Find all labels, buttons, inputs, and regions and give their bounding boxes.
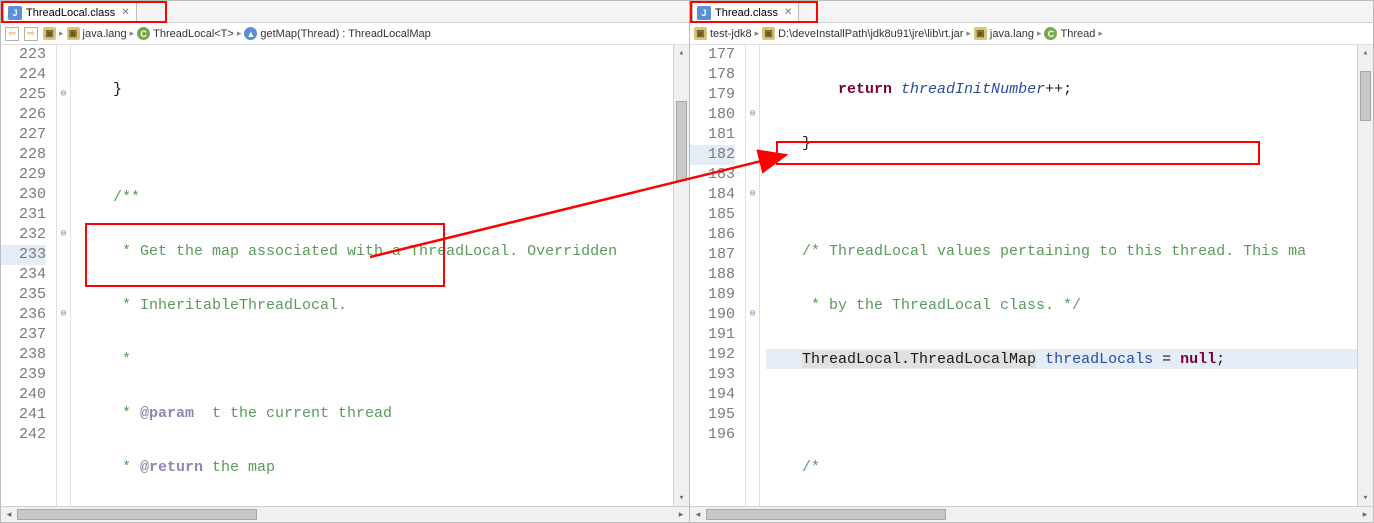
class-icon: C	[1044, 27, 1057, 40]
fold-toggle-icon[interactable]: ⊖	[57, 305, 70, 325]
breadcrumb: ⇦ ⇨ ▣ ▸ ▣ java.lang ▸ C ThreadLocal<T> ▸…	[1, 23, 689, 45]
package-icon: ▣	[974, 27, 987, 40]
class-file-icon: J	[697, 6, 711, 20]
scroll-up-icon[interactable]: ▴	[1358, 45, 1373, 61]
chevron-right-icon: ▸	[237, 28, 242, 39]
breadcrumb-path[interactable]: D:\deveInstallPath\jdk8u91\jre\lib\rt.ja…	[778, 28, 963, 40]
vertical-scrollbar[interactable]: ▴ ▾	[673, 45, 689, 506]
fold-toggle-icon[interactable]: ⊖	[746, 105, 759, 125]
editor-pane-left: J ThreadLocal.class ✕ ⇦ ⇨ ▣ ▸ ▣ java.lan…	[0, 0, 690, 523]
line-number-gutter: 223 224 225 226 227 228 229 230 231 232 …	[1, 45, 57, 506]
jar-icon: ▣	[43, 27, 56, 40]
folding-gutter: ⊖ ⊖ ⊖	[57, 45, 71, 506]
code-area[interactable]: return threadInitNumber++; } /* ThreadLo…	[760, 45, 1357, 506]
scroll-left-icon[interactable]: ◂	[690, 509, 706, 520]
breadcrumb-class[interactable]: ThreadLocal<T>	[153, 28, 234, 40]
chevron-right-icon: ▸	[59, 28, 64, 39]
method-icon: ▲	[244, 27, 257, 40]
scroll-left-icon[interactable]: ◂	[1, 509, 17, 520]
horizontal-scrollbar[interactable]: ◂ ▸	[690, 506, 1373, 522]
class-file-icon: J	[8, 6, 22, 20]
scroll-down-icon[interactable]: ▾	[674, 490, 689, 506]
close-icon[interactable]: ✕	[121, 7, 129, 18]
breadcrumb: ▣ test-jdk8 ▸ ▣ D:\deveInstallPath\jdk8u…	[690, 23, 1373, 45]
chevron-right-icon: ▸	[130, 28, 135, 39]
tab-bar: J Thread.class ✕	[690, 1, 1373, 23]
nav-back-icon[interactable]: ⇦	[5, 27, 19, 41]
scrollbar-thumb[interactable]	[676, 101, 687, 181]
scrollbar-thumb[interactable]	[17, 509, 257, 520]
tab-thread[interactable]: J Thread.class ✕	[692, 2, 799, 22]
scrollbar-thumb[interactable]	[706, 509, 946, 520]
tab-label: Thread.class	[715, 7, 778, 19]
fold-toggle-icon[interactable]: ⊖	[57, 85, 70, 105]
class-icon: C	[137, 27, 150, 40]
tab-label: ThreadLocal.class	[26, 7, 115, 19]
tab-threadlocal[interactable]: J ThreadLocal.class ✕	[3, 2, 137, 22]
jar-icon: ▣	[762, 27, 775, 40]
project-icon: ▣	[694, 27, 707, 40]
breadcrumb-method[interactable]: getMap(Thread) : ThreadLocalMap	[260, 28, 430, 40]
tab-bar: J ThreadLocal.class ✕	[1, 1, 689, 23]
scroll-down-icon[interactable]: ▾	[1358, 490, 1373, 506]
scroll-right-icon[interactable]: ▸	[673, 509, 689, 520]
scroll-right-icon[interactable]: ▸	[1357, 509, 1373, 520]
breadcrumb-package[interactable]: java.lang	[990, 28, 1034, 40]
close-icon[interactable]: ✕	[784, 7, 792, 18]
code-editor-right[interactable]: 177 178 179 180 181 182 183 184 185 186 …	[690, 45, 1373, 506]
editor-pane-right: J Thread.class ✕ ▣ test-jdk8 ▸ ▣ D:\deve…	[690, 0, 1374, 523]
horizontal-scrollbar[interactable]: ◂ ▸	[1, 506, 689, 522]
breadcrumb-project[interactable]: test-jdk8	[710, 28, 752, 40]
breadcrumb-class[interactable]: Thread	[1060, 28, 1095, 40]
chevron-right-icon: ▸	[1098, 28, 1103, 39]
fold-toggle-icon[interactable]: ⊖	[57, 225, 70, 245]
package-icon: ▣	[67, 27, 80, 40]
code-area[interactable]: } /** * Get the map associated with a Th…	[71, 45, 673, 506]
vertical-scrollbar[interactable]: ▴ ▾	[1357, 45, 1373, 506]
nav-fwd-icon[interactable]: ⇨	[24, 27, 38, 41]
code-editor-left[interactable]: 223 224 225 226 227 228 229 230 231 232 …	[1, 45, 689, 506]
scroll-up-icon[interactable]: ▴	[674, 45, 689, 61]
chevron-right-icon: ▸	[966, 28, 971, 39]
line-number-gutter: 177 178 179 180 181 182 183 184 185 186 …	[690, 45, 746, 506]
fold-toggle-icon[interactable]: ⊖	[746, 185, 759, 205]
scrollbar-thumb[interactable]	[1360, 71, 1371, 121]
breadcrumb-package[interactable]: java.lang	[83, 28, 127, 40]
chevron-right-icon: ▸	[1037, 28, 1042, 39]
chevron-right-icon: ▸	[755, 28, 760, 39]
fold-toggle-icon[interactable]: ⊖	[746, 305, 759, 325]
folding-gutter: ⊖ ⊖ ⊖	[746, 45, 760, 506]
